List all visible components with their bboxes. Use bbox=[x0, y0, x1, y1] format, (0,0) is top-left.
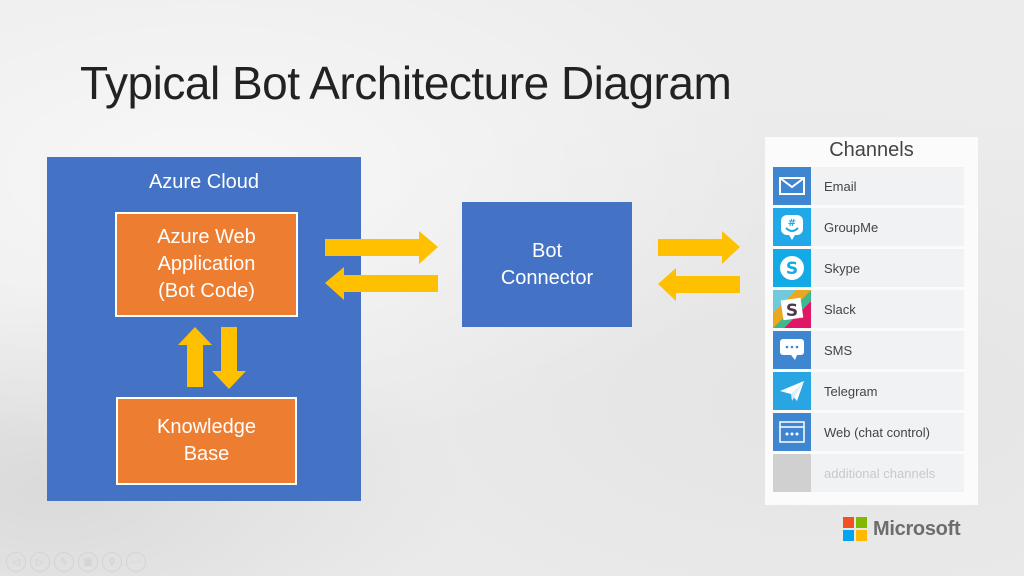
channel-item-email: Email bbox=[773, 167, 964, 205]
channel-label: GroupMe bbox=[824, 219, 879, 235]
skype-icon: S bbox=[773, 249, 811, 287]
arrow-left-to-connector bbox=[658, 268, 740, 301]
telegram-icon bbox=[773, 372, 811, 410]
arrow-down-to-knowledge-base bbox=[212, 327, 246, 389]
channels-panel: Channels Email # GroupMe S Skype S Slack… bbox=[765, 137, 978, 505]
previous-slide-icon[interactable]: ◁ bbox=[6, 552, 26, 572]
channel-label: Slack bbox=[824, 301, 856, 317]
channels-title: Channels bbox=[829, 139, 914, 161]
channel-item-telegram: Telegram bbox=[773, 372, 964, 410]
microsoft-logo: Microsoft bbox=[843, 517, 961, 541]
channel-label: Email bbox=[824, 178, 857, 194]
web-chat-icon bbox=[773, 413, 811, 451]
slideshow-controls: ◁ ▷ ✎ ▦ ⚲ ⋯ bbox=[6, 552, 146, 572]
connector-line1: Bot bbox=[531, 239, 563, 262]
kb-line2: Base bbox=[183, 443, 230, 465]
channel-item-sms: SMS bbox=[773, 331, 964, 369]
slide-title: Typical Bot Architecture Diagram bbox=[80, 57, 732, 109]
svg-text:S: S bbox=[786, 301, 798, 321]
groupme-icon: # bbox=[773, 208, 811, 246]
slides-grid-icon[interactable]: ▦ bbox=[78, 552, 98, 572]
microsoft-logo-text: Microsoft bbox=[873, 517, 961, 540]
web-app-line1: Azure Web bbox=[157, 226, 256, 248]
sms-icon bbox=[773, 331, 811, 369]
slack-icon: S bbox=[773, 290, 811, 328]
arrow-left-to-azure bbox=[325, 267, 438, 300]
channel-label: Web (chat control) bbox=[824, 424, 930, 440]
channel-item-skype: S Skype bbox=[773, 249, 964, 287]
email-icon bbox=[773, 167, 811, 205]
channel-label: Skype bbox=[824, 260, 861, 276]
bot-connector-box: Bot Connector bbox=[462, 202, 632, 327]
pen-icon[interactable]: ✎ bbox=[54, 552, 74, 572]
svg-text:#: # bbox=[788, 218, 796, 229]
placeholder-icon bbox=[773, 454, 811, 492]
arrow-up-to-web-app bbox=[178, 327, 212, 387]
channel-item-slack: S Slack bbox=[773, 290, 964, 328]
web-app-line3: (Bot Code) bbox=[158, 280, 255, 302]
more-options-icon[interactable]: ⋯ bbox=[126, 552, 146, 572]
zoom-icon[interactable]: ⚲ bbox=[102, 552, 122, 572]
channel-item-web-chat: Web (chat control) bbox=[773, 413, 964, 451]
arrow-right-to-connector bbox=[325, 231, 438, 264]
channel-label: additional channels bbox=[824, 465, 936, 481]
svg-text:S: S bbox=[786, 259, 798, 279]
azure-cloud-label: Azure Cloud bbox=[148, 171, 260, 193]
next-slide-icon[interactable]: ▷ bbox=[30, 552, 50, 572]
channel-item-groupme: # GroupMe bbox=[773, 208, 964, 246]
connector-line2: Connector bbox=[500, 266, 594, 289]
azure-web-application-box: Azure Web Application (Bot Code) bbox=[115, 212, 298, 317]
channel-label: Telegram bbox=[824, 383, 878, 399]
kb-line1: Knowledge bbox=[157, 416, 256, 438]
web-app-line2: Application bbox=[157, 253, 256, 275]
microsoft-logo-icon bbox=[843, 517, 867, 541]
channel-label: SMS bbox=[824, 342, 853, 358]
knowledge-base-box: Knowledge Base bbox=[116, 397, 297, 485]
channel-item-additional: additional channels bbox=[773, 454, 964, 492]
arrow-right-to-channels bbox=[658, 231, 740, 264]
